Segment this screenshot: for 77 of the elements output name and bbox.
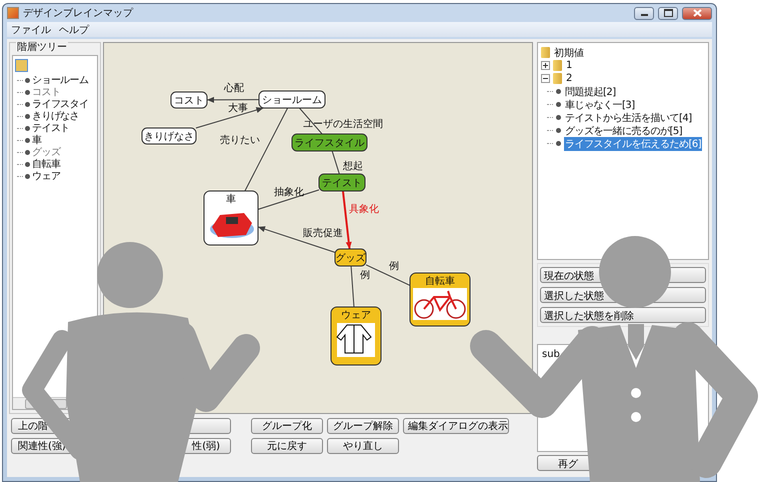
push-button[interactable]: 選択した状態を削除 [540,307,706,323]
tree-item[interactable]: 1 [565,60,574,71]
bullet-icon [25,90,30,94]
map-node[interactable]: グッズ [334,248,366,266]
menu-item[interactable]: ヘルプ [59,22,89,36]
car-drawing [210,213,254,238]
bullet-icon [556,115,561,120]
bicycle-drawing [413,288,467,320]
tree-item[interactable]: テイスト [32,121,70,135]
tree-item[interactable]: テイストから生活を描いて[4] [564,110,693,124]
map-edge[interactable] [350,266,354,308]
edge-label: 販売促進 [303,228,343,239]
bullet-icon [25,150,30,154]
map-node[interactable]: テイスト [318,174,366,192]
push-button[interactable]: 編集ダイアログの表示 [403,418,509,434]
push-button[interactable]: やり直し [327,438,399,454]
bullet-icon [556,102,561,107]
edge-label: 具象化 [349,204,379,215]
maximize-button[interactable] [658,6,678,20]
card-title: ウェア [341,310,371,321]
tree-item[interactable]: きりげなさ [32,109,80,123]
push-button[interactable]: 元に戻す [251,438,323,454]
map-node[interactable]: ライフスタイル [292,134,368,152]
close-button[interactable] [682,6,712,20]
map-node[interactable]: ショールーム [258,90,326,108]
bullet-icon [25,174,30,178]
card-title: 自転車 [425,276,455,287]
push-button[interactable]: グループ化 [251,418,323,434]
edge-label: 売りたい [220,135,260,146]
bullet-icon [556,141,561,146]
edge-label: ユーザの生活空間 [303,119,383,130]
tree-item[interactable]: 2 [565,73,574,84]
collapse-icon[interactable] [541,74,550,83]
tree-item[interactable]: 自転車 [32,157,60,171]
edge-label: 想起 [343,161,363,172]
edge-label: 例 [360,270,370,281]
bullet-icon [25,138,30,142]
bullet-icon [25,114,30,118]
bullet-icon [556,128,561,133]
map-node[interactable]: きりげなさ [142,128,196,144]
bullet-icon [556,89,561,94]
app-icon [7,7,19,19]
expand-icon[interactable] [541,61,550,70]
panel-title: 階層ツリー [16,42,68,54]
push-button[interactable]: グループ解除 [327,418,399,434]
tree-item[interactable]: ショールーム [32,73,88,87]
tree-item[interactable]: 問題提起[2] [564,84,617,98]
tree-item[interactable]: ライフスタイルを伝えるため[6] [564,136,702,150]
folder-icon [541,47,550,58]
folder-icon [553,60,562,71]
bullet-icon [25,102,30,106]
window-title: デザインブレインマップ [23,6,133,20]
card-title: 車 [226,194,236,205]
bullet-icon [25,78,30,82]
bullet-icon [25,126,30,130]
folder-icon [553,73,562,84]
edge-label: 大事 [228,103,248,114]
minimize-button[interactable] [634,6,654,20]
tree-item[interactable]: ウェア [32,169,60,183]
tree-item[interactable]: 初期値 [553,46,585,60]
jacket-drawing [336,323,375,357]
edge-label: 例 [389,261,399,272]
edge-label: 抽象化 [274,187,304,198]
menu-item[interactable]: ファイル [11,22,51,36]
map-edge[interactable] [298,108,323,134]
close-icon [692,9,702,17]
tree-item[interactable]: 車 [32,133,42,147]
tree-item[interactable]: 車じゃなく一[3] [564,98,636,112]
tree-item[interactable]: グッズを一緒に売るのが[5] [564,124,684,138]
edge-label: 心配 [224,83,244,94]
tree-item[interactable]: グッズ [32,145,60,159]
map-edge[interactable] [206,96,260,103]
map-node[interactable]: コスト [170,92,208,108]
tree-item[interactable]: コスト [32,85,60,99]
bullet-icon [25,162,30,166]
tree-item[interactable]: ライフスタイ [32,97,88,111]
map-edge[interactable] [332,150,340,174]
